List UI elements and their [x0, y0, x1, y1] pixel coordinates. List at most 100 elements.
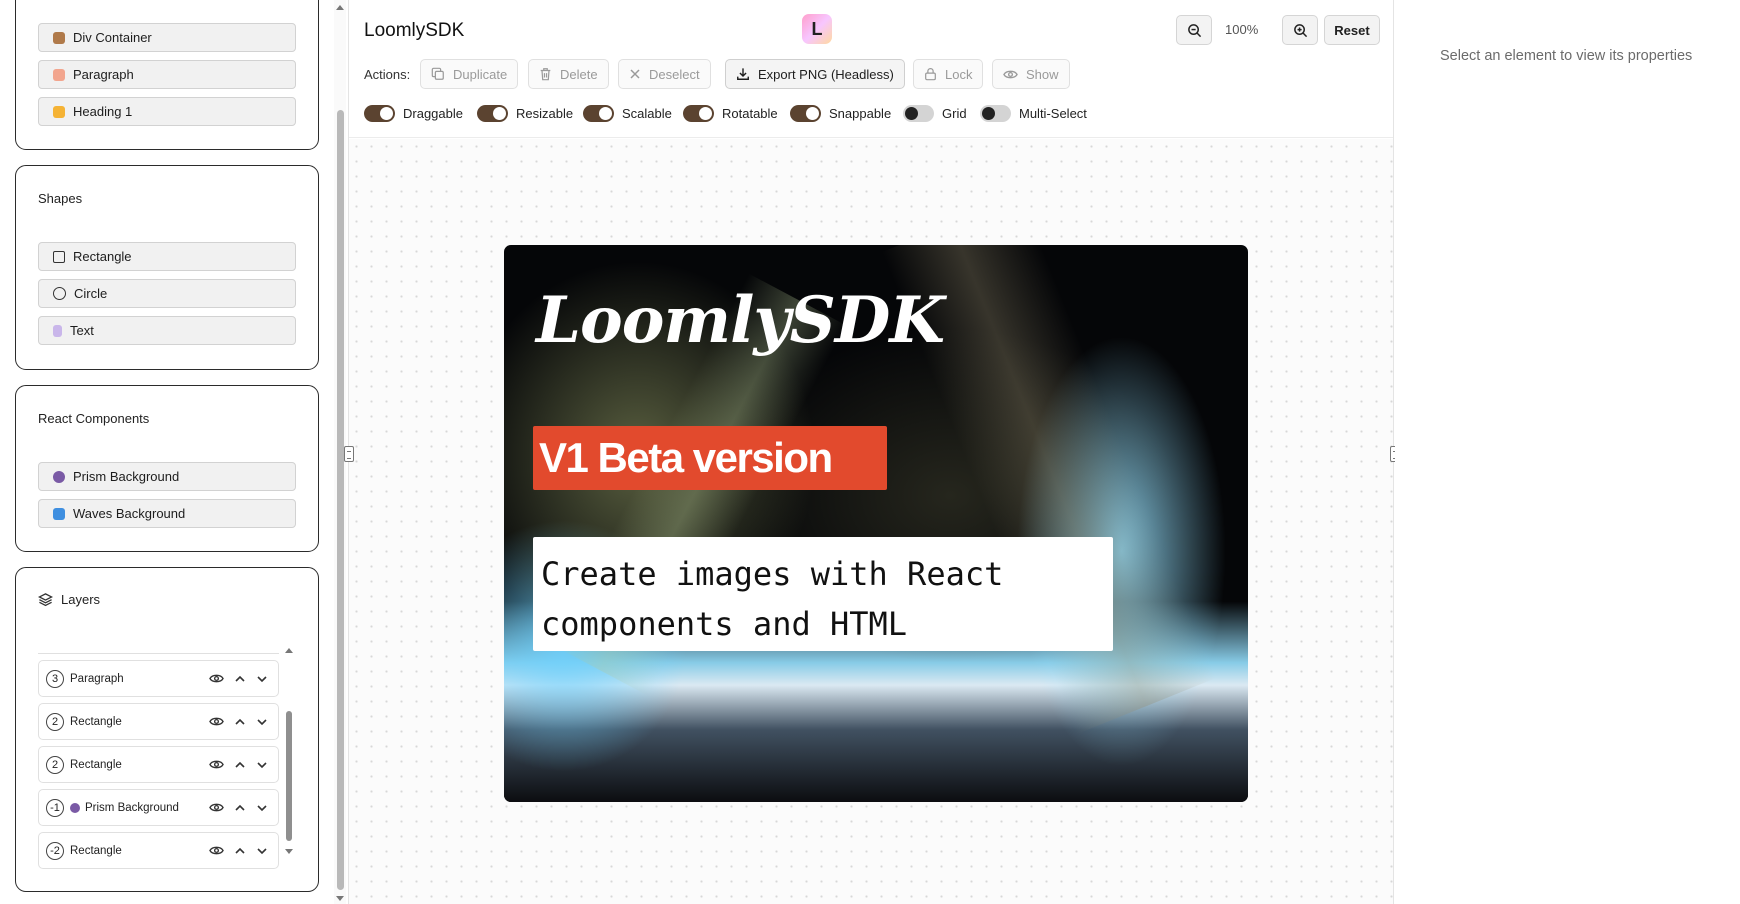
tagline-paragraph[interactable]: Create images with React components and …: [541, 549, 1105, 649]
lock-label: Lock: [945, 66, 973, 82]
toggle-label: Snappable: [829, 106, 892, 121]
tagline-rectangle[interactable]: Create images with React components and …: [533, 537, 1113, 651]
toggle-grid[interactable]: Grid: [903, 105, 967, 122]
layer-row[interactable]: -1 Prism Background: [38, 789, 279, 826]
artboard[interactable]: LoomlySDK V1 Beta version Create images …: [504, 245, 1248, 802]
app-logo: L: [802, 14, 832, 44]
delete-label: Delete: [560, 66, 598, 82]
chevron-down-icon[interactable]: [256, 847, 268, 855]
logo-glyph: L: [811, 18, 823, 39]
add-heading-1-button[interactable]: Heading 1: [38, 97, 296, 126]
toggle-label: Resizable: [516, 106, 574, 121]
chevron-up-icon[interactable]: [234, 675, 246, 683]
react-components-panel: React Components Prism Background Waves …: [15, 385, 319, 552]
add-text-button[interactable]: Text: [38, 316, 296, 345]
sidebar-scrollbar-thumb[interactable]: [337, 110, 344, 890]
layer-row[interactable]: 2 Rectangle: [38, 703, 279, 740]
toggle-switch[interactable]: [683, 105, 714, 122]
add-waves-background-button[interactable]: Waves Background: [38, 499, 296, 528]
toggle-switch[interactable]: [477, 105, 508, 122]
toggle-switch[interactable]: [364, 105, 395, 122]
layer-label: Rectangle: [70, 715, 122, 728]
beta-badge[interactable]: V1 Beta version: [533, 426, 887, 490]
chevron-up-icon[interactable]: [234, 761, 246, 769]
layer-row[interactable]: 3 Paragraph: [38, 660, 279, 697]
item-label: Rectangle: [73, 249, 132, 264]
layer-row[interactable]: 2 Rectangle: [38, 746, 279, 783]
toggle-snappable[interactable]: Snappable: [790, 105, 891, 122]
left-panel-resize-handle[interactable]: [344, 446, 354, 462]
eye-icon[interactable]: [209, 802, 224, 813]
toggle-label: Multi-Select: [1019, 106, 1087, 121]
chevron-down-icon[interactable]: [256, 675, 268, 683]
memo-icon: [53, 68, 65, 81]
canvas-heading[interactable]: LoomlySDK: [536, 283, 945, 358]
wave-icon: [53, 507, 65, 520]
text-icon: [53, 324, 62, 337]
add-rectangle-button[interactable]: Rectangle: [38, 242, 296, 271]
actions-label: Actions:: [364, 67, 411, 82]
toggle-draggable[interactable]: Draggable: [364, 105, 463, 122]
item-label: Heading 1: [73, 104, 133, 119]
layer-label: Rectangle: [70, 844, 122, 857]
duplicate-button[interactable]: Duplicate: [420, 59, 519, 89]
add-circle-button[interactable]: Circle: [38, 279, 296, 308]
show-button[interactable]: Show: [992, 59, 1070, 89]
zoom-level: 100%: [1225, 22, 1259, 37]
zoom-out-button[interactable]: [1176, 15, 1212, 45]
layers-scrollbar-thumb[interactable]: [286, 711, 292, 841]
lock-button[interactable]: Lock: [913, 59, 984, 89]
toggle-switch[interactable]: [980, 105, 1011, 122]
zoom-in-icon: [1293, 23, 1307, 37]
layers-scrollbar[interactable]: [284, 646, 294, 856]
item-label: Waves Background: [73, 506, 186, 521]
scroll-down-arrow-icon[interactable]: [284, 848, 294, 856]
chevron-up-icon[interactable]: [234, 847, 246, 855]
item-label: Text: [70, 323, 94, 338]
scroll-up-arrow-icon[interactable]: [334, 2, 346, 12]
scroll-down-arrow-icon[interactable]: [334, 894, 346, 904]
layers-title: Layers: [61, 592, 101, 607]
toggle-rotatable[interactable]: Rotatable: [683, 105, 778, 122]
toggle-multi-select[interactable]: Multi-Select: [980, 105, 1087, 122]
copy-icon: [431, 67, 444, 80]
toggle-label: Draggable: [403, 106, 463, 121]
eye-icon[interactable]: [209, 845, 224, 856]
add-prism-background-button[interactable]: Prism Background: [38, 462, 296, 491]
chevron-up-icon[interactable]: [234, 718, 246, 726]
html-elements-panel: Div Container Paragraph Heading 1: [15, 0, 319, 150]
chevron-down-icon[interactable]: [256, 718, 268, 726]
chevron-down-icon[interactable]: [256, 804, 268, 812]
zoom-in-button[interactable]: [1282, 15, 1318, 45]
delete-button[interactable]: Delete: [528, 59, 609, 89]
tagline-line: Create images with React: [541, 555, 1004, 593]
add-paragraph-button[interactable]: Paragraph: [38, 60, 296, 89]
scroll-up-arrow-icon[interactable]: [284, 646, 294, 654]
design-canvas[interactable]: LoomlySDK V1 Beta version Create images …: [349, 139, 1393, 904]
chevron-up-icon[interactable]: [234, 804, 246, 812]
toggle-switch[interactable]: [583, 105, 614, 122]
eye-icon[interactable]: [209, 759, 224, 770]
item-label: Prism Background: [73, 469, 180, 484]
z-index-badge: 2: [46, 712, 64, 731]
chevron-down-icon[interactable]: [256, 761, 268, 769]
toggle-resizable[interactable]: Resizable: [477, 105, 573, 122]
box-icon: [53, 31, 65, 44]
tagline-line: components and HTML: [541, 605, 908, 643]
z-index-badge: -2: [46, 841, 64, 860]
toggle-label: Grid: [942, 106, 967, 121]
toggle-switch[interactable]: [790, 105, 821, 122]
deselect-button[interactable]: Deselect: [618, 59, 711, 89]
layer-row[interactable]: -2 Rectangle: [38, 832, 279, 869]
add-div-container-button[interactable]: Div Container: [38, 23, 296, 52]
zoom-out-icon: [1187, 23, 1201, 37]
toggle-switch[interactable]: [903, 105, 934, 122]
export-png-button[interactable]: Export PNG (Headless): [725, 59, 905, 89]
layers-panel: Layers 3 Paragraph 2 Rectangle 2 Rectang…: [15, 567, 319, 892]
eye-icon[interactable]: [209, 673, 224, 684]
item-label: Div Container: [73, 30, 152, 45]
reset-zoom-button[interactable]: Reset: [1324, 15, 1380, 45]
toggle-label: Scalable: [622, 106, 672, 121]
toggle-scalable[interactable]: Scalable: [583, 105, 672, 122]
eye-icon[interactable]: [209, 716, 224, 727]
